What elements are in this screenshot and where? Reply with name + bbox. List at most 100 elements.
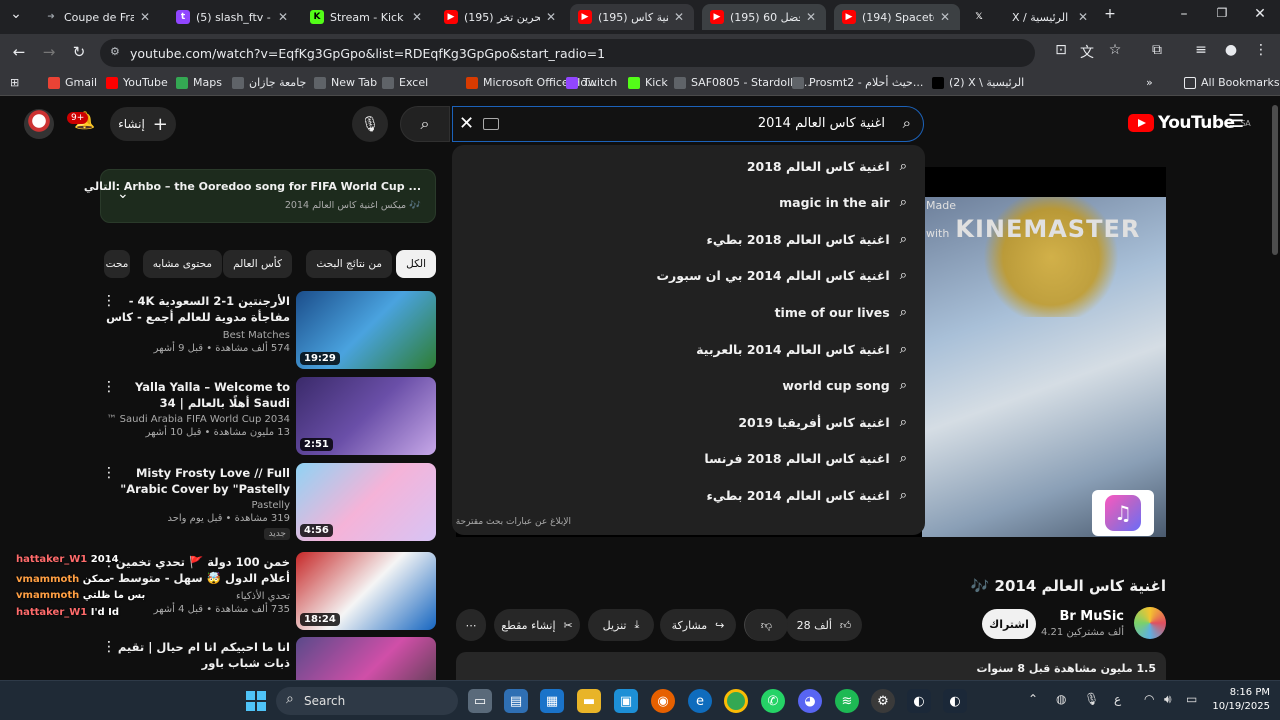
search-input[interactable]: ⌕ اغنية كاس العالم 2014 ✕: [452, 106, 924, 142]
chip-more[interactable]: محت: [104, 250, 130, 278]
more-actions-button[interactable]: ⋯: [456, 609, 486, 641]
browser-tab[interactable]: ▶ (195) اغنية كاس ✕: [570, 4, 694, 30]
suggestion-item[interactable]: ⌕ اغنية كاس العالم 2018: [747, 153, 907, 179]
video-title[interactable]: Yalla Yalla – Welcome to Saudi أهلًا بال…: [104, 379, 290, 411]
taskbar-search[interactable]: Search: [276, 687, 458, 715]
close-tab-icon[interactable]: ✕: [544, 10, 558, 24]
app-icon-2[interactable]: ⚙: [871, 689, 895, 713]
recommended-video[interactable]: انا ما احبيكم انا ام حيال | تقيم ذبات شب…: [100, 637, 440, 680]
clear-search-icon[interactable]: ✕: [459, 113, 474, 134]
close-tab-icon[interactable]: ✕: [938, 10, 952, 24]
extensions-icon[interactable]: ⧉: [1146, 42, 1168, 58]
bookmark-item[interactable]: Twitch: [566, 76, 617, 89]
bookmarks-overflow-icon[interactable]: »: [1146, 76, 1153, 89]
channel-name[interactable]: Saudi Arabia FIFA World Cup 2034 ™: [104, 414, 290, 425]
bookmark-item[interactable]: Gmail: [48, 76, 97, 89]
close-tab-icon[interactable]: ✕: [276, 10, 290, 24]
bookmark-item[interactable]: SAF0805 - Stardoll |...: [674, 76, 811, 89]
tray-mic-icon[interactable]: 🎙︎: [1084, 692, 1099, 706]
bookmark-item[interactable]: Prosmt2 - حيث أحلام...: [792, 76, 923, 89]
suggestion-item[interactable]: ⌕ اغنية كاس العالم 2014 بي ان سبورت: [656, 263, 907, 289]
report-suggestions-link[interactable]: الإبلاغ عن عبارات بحث مقترحة: [456, 517, 571, 527]
close-tab-icon[interactable]: ✕: [1076, 10, 1090, 24]
more-options-icon[interactable]: ⋮: [102, 293, 116, 309]
guide-menu-icon[interactable]: ☰: [1228, 111, 1244, 132]
close-window-button[interactable]: ✕: [1248, 6, 1272, 22]
up-next-panel[interactable]: التالي: Arhbo – the Ooredoo song for FIF…: [84, 169, 436, 223]
chrome-icon[interactable]: [724, 689, 748, 713]
app-icon[interactable]: ▣: [614, 689, 638, 713]
video-title[interactable]: الأرجنتين 1-2 السعودية 4K - مفاجأة مدوية…: [104, 293, 290, 327]
suggestion-item[interactable]: ⌕ magic in the air: [779, 190, 907, 216]
bookmark-item[interactable]: Kick: [628, 76, 668, 89]
share-button[interactable]: مشاركة ↪: [660, 609, 736, 641]
bookmark-item[interactable]: Excel: [382, 76, 428, 89]
whatsapp-icon[interactable]: ✆: [761, 689, 785, 713]
chip-world-cup[interactable]: كأس العالم: [223, 250, 292, 278]
video-thumbnail[interactable]: [296, 637, 436, 680]
tray-overflow-icon[interactable]: ⌃: [1028, 692, 1038, 706]
windows-start-icon[interactable]: [246, 691, 266, 711]
bookmark-item[interactable]: جامعة جازان: [232, 76, 306, 89]
more-options-icon[interactable]: ⋮: [102, 639, 116, 655]
battery-icon[interactable]: ▭: [1186, 692, 1197, 706]
more-options-icon[interactable]: ⋮: [102, 379, 116, 395]
suggestion-item[interactable]: ⌕ اغنية كاس العالم 2014 بالعربية: [696, 336, 907, 362]
recommended-video[interactable]: 18:24 خمن 100 دولة 🚩 تحدي تخمين أعلام الد…: [100, 552, 440, 632]
recommended-video[interactable]: 19:29 الأرجنتين 1-2 السعودية 4K - مفاجأة …: [100, 291, 440, 371]
video-title[interactable]: انا ما احبيكم انا ام حيال | تقيم ذبات شب…: [104, 639, 290, 671]
page-scrollbar[interactable]: [1270, 97, 1280, 680]
suggestion-item[interactable]: ⌕ اغنية كاس العالم 2018 فرنسا: [704, 446, 907, 472]
wifi-icon[interactable]: ◠: [1144, 692, 1154, 706]
suggestion-item[interactable]: ⌕ اغنية كاس العالم 2014 بطيء: [707, 482, 907, 508]
channel-name[interactable]: Br MuSic: [1040, 609, 1124, 624]
suggestion-item[interactable]: ⌕ world cup song: [782, 373, 907, 399]
firefox-icon[interactable]: ◉: [651, 689, 675, 713]
steam-icon-2[interactable]: ◐: [943, 689, 967, 713]
all-bookmarks-button[interactable]: All Bookmarks: [1184, 76, 1280, 89]
new-tab-button[interactable]: +: [1098, 6, 1122, 22]
system-clock[interactable]: 8:16 PM 10/19/2025: [1208, 686, 1270, 714]
browser-tab[interactable]: ▶ (195) أفضل 60 ✕: [702, 4, 826, 30]
browser-tab[interactable]: ▶ (195) البحرين تخر ✕: [436, 4, 566, 30]
steam-icon[interactable]: ◐: [907, 689, 931, 713]
chevron-down-icon[interactable]: ⌄: [117, 186, 129, 202]
create-button[interactable]: إنشاء +: [110, 107, 176, 141]
reload-icon[interactable]: ↻: [64, 43, 94, 61]
close-tab-icon[interactable]: ✕: [672, 10, 686, 24]
suggestion-item[interactable]: ⌕ time of our lives: [775, 299, 907, 325]
url-bar[interactable]: ⚙ youtube.com/watch?v=EqfKg3GpGpo&list=R…: [100, 39, 1035, 67]
channel-avatar[interactable]: [1134, 607, 1166, 639]
description-box[interactable]: 1.5 مليون مشاهدة قبل 8 سنوات: [456, 652, 1166, 680]
scrollbar-thumb[interactable]: [1272, 105, 1278, 255]
file-explorer-icon[interactable]: ▬: [577, 689, 601, 713]
suggestion-item[interactable]: ⌕ اغنية كاس أفريقيا 2019: [738, 409, 907, 435]
maximize-button[interactable]: ❐: [1210, 6, 1234, 20]
download-button[interactable]: تنزيل ⤓: [588, 609, 654, 641]
clip-button[interactable]: إنشاء مقطع ✂: [494, 609, 580, 641]
tab-search-icon[interactable]: ⌄: [4, 6, 28, 22]
recommended-video[interactable]: 2:51 Yalla Yalla – Welcome to Saudi أهلًا…: [100, 377, 440, 457]
task-view-icon[interactable]: ▭: [468, 689, 492, 713]
translate-icon[interactable]: 文: [1076, 42, 1098, 62]
browser-tab[interactable]: t (5) slash_ftv - Tw ✕: [168, 4, 298, 30]
browser-tab[interactable]: X / الرئيسية ✕: [1004, 4, 1098, 30]
video-thumbnail[interactable]: 2:51: [296, 377, 436, 455]
recommended-video[interactable]: 4:56 Misty Frosty Love // Full Arabic Cov…: [100, 463, 440, 543]
chip-related[interactable]: محتوى مشابه: [142, 250, 222, 278]
minimize-button[interactable]: –: [1172, 6, 1196, 22]
chip-from-search[interactable]: من نتائج البحث: [306, 250, 392, 278]
more-options-icon[interactable]: ⋮: [102, 465, 116, 481]
edge-icon[interactable]: e: [688, 689, 712, 713]
video-thumbnail[interactable]: 19:29: [296, 291, 436, 369]
video-thumbnail[interactable]: 4:56: [296, 463, 436, 541]
video-title[interactable]: خمن 100 دولة 🚩 تحدي تخمين أعلام الدول 🤯 …: [104, 554, 290, 588]
widgets-icon[interactable]: ▤: [504, 689, 528, 713]
browser-tab[interactable]: ➜ Coupe de France ✕: [36, 4, 160, 30]
account-avatar[interactable]: [24, 109, 54, 139]
close-tab-icon[interactable]: ✕: [138, 10, 152, 24]
voice-search-button[interactable]: 🎙: [352, 106, 388, 142]
back-icon[interactable]: ←: [4, 43, 34, 61]
video-thumbnail[interactable]: 18:24: [296, 552, 436, 630]
bookmark-item[interactable]: New Tab: [314, 76, 377, 89]
